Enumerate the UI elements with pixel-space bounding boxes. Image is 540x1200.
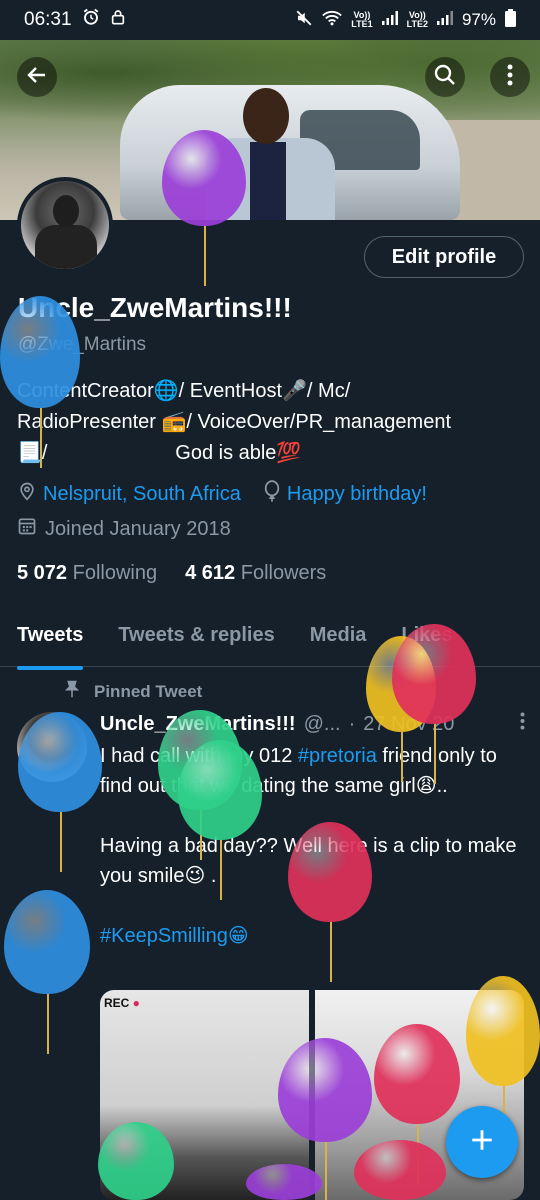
bio-line: RadioPresenter 📻/ VoiceOver/PR_managemen… [17,411,452,433]
more-vertical-icon [520,712,525,735]
location-text[interactable]: Nelspruit, South Africa [43,483,241,506]
signal-icon [436,10,453,30]
battery-level: 97% [461,10,496,29]
sim2-label: Vo)) LTE2 [406,10,428,29]
edit-profile-button[interactable]: Edit profile [364,236,524,278]
profile-avatar[interactable] [17,177,113,273]
search-button[interactable] [425,57,465,97]
joined-date: Joined January 2018 [17,516,231,542]
status-bar: 06:31 Vo)) LTE1 Vo)) LTE2 97% [0,0,540,40]
tab-tweets[interactable]: Tweets [17,604,84,670]
followers-count: 4 612 [185,562,236,584]
signal-icon [381,10,398,30]
pinned-label: Pinned Tweet [94,681,203,701]
bio-line: ContentCreator🌐/ EventHost🎤/ Mc/ [17,380,351,402]
bio-line: 📃/ God is able💯 [17,442,302,464]
pin-icon [64,680,80,703]
tab-tweets-replies[interactable]: Tweets & replies [118,604,274,666]
tweet-author-handle: @... [303,712,341,735]
tweet-separator: · [348,712,356,735]
more-options-button[interactable] [490,57,530,97]
tweet-header: Uncle_ZweMartins!!! @... · 27 Nov 20 [100,712,525,736]
calendar-icon [17,516,37,542]
status-time: 06:31 [24,9,72,30]
profile-meta: Nelspruit, South Africa Happy birthday! [17,480,427,508]
more-vertical-icon [507,64,513,91]
pinned-indicator: Pinned Tweet [64,680,202,703]
wifi-icon [322,10,343,31]
following-label: Following [72,562,158,584]
profile-bio: ContentCreator🌐/ EventHost🎤/ Mc/ RadioPr… [17,376,527,469]
hashtag-link[interactable]: #KeepSmilling😁 [100,921,520,951]
battery-icon [505,8,516,32]
balloon-icon [263,480,281,508]
followers-label: Followers [240,562,327,584]
lock-icon [110,8,126,32]
following-count: 5 072 [17,562,68,584]
rec-label: REC [104,996,140,1010]
tweet-more-button[interactable] [520,712,525,736]
sim1-label: Vo)) LTE1 [351,10,373,29]
alarm-icon [82,8,100,32]
back-button[interactable] [17,57,57,97]
follow-stats: 5 072 Following 4 612 Followers [17,562,326,585]
arrow-left-icon [25,63,49,92]
joined-text: Joined January 2018 [45,517,231,540]
compose-tweet-button[interactable] [446,1106,518,1178]
location-pin-icon [17,480,37,508]
hashtag-link[interactable]: #pretoria [298,745,377,767]
following-link[interactable]: 5 072 Following [17,562,157,585]
birthday-text[interactable]: Happy birthday! [287,483,427,506]
followers-link[interactable]: 4 612 Followers [185,562,326,585]
search-icon [433,63,457,92]
tab-media[interactable]: Media [310,604,367,666]
mute-icon [295,9,313,32]
plus-icon [469,1127,495,1158]
